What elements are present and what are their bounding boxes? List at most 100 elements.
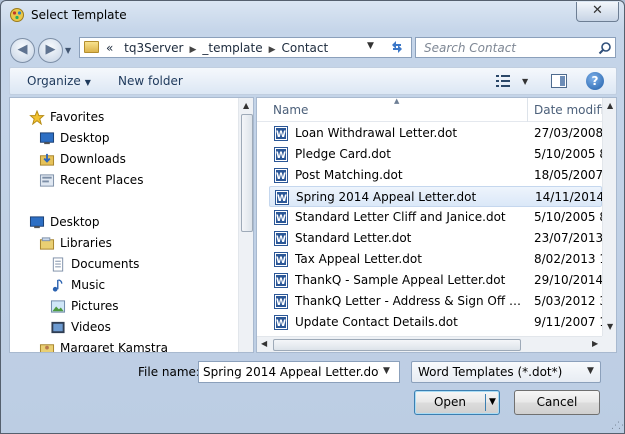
scroll-up-icon[interactable]: ▲ [607, 101, 613, 110]
nav-item-label: Downloads [60, 152, 126, 166]
search-box[interactable]: Search Contact [415, 37, 616, 58]
file-name-input[interactable] [203, 365, 379, 379]
word-document-icon: W [274, 252, 288, 267]
address-dropdown-icon[interactable]: ▼ [367, 41, 374, 51]
nav-item-label: Documents [71, 257, 140, 271]
scroll-left-icon[interactable]: ◀ [261, 339, 267, 348]
title-bar: Select Template ✕ [1, 1, 624, 31]
table-row[interactable]: W Standard Letter.dot 23/07/2013 4 [269, 228, 602, 249]
file-name: Loan Withdrawal Letter.dot [295, 126, 458, 140]
refresh-button[interactable] [384, 37, 410, 58]
split-divider [485, 394, 486, 411]
open-dropdown-icon[interactable]: ▼ [489, 391, 496, 414]
file-name-label: File name: [138, 365, 200, 379]
column-date-header[interactable]: Date modifie [534, 103, 611, 117]
template-app-icon [10, 8, 24, 22]
breadcrumb-item[interactable]: Contact [282, 41, 329, 55]
file-date: 14/11/2014 1 [535, 190, 603, 204]
table-row[interactable]: W Update Contact Details.dot 9/11/2007 1… [269, 312, 602, 333]
table-row[interactable]: W Standard Letter Cliff and Janice.dot 5… [269, 207, 602, 228]
table-row[interactable]: W Loan Withdrawal Letter.dot 27/03/2008 … [269, 123, 602, 144]
search-placeholder[interactable]: Search Contact [424, 41, 516, 55]
file-name: ThankQ - Sample Appeal Letter.dot [295, 273, 506, 287]
table-row[interactable]: W Pledge Card.dot 5/10/2005 8:1 [269, 144, 602, 165]
breadcrumb-overflow[interactable]: « [106, 41, 113, 55]
window-title: Select Template [31, 8, 127, 22]
scroll-down-icon[interactable]: ▼ [607, 322, 613, 331]
file-name-combobox[interactable]: ▼ [198, 361, 400, 383]
file-type-select[interactable]: Word Templates (*.dot*) ▼ [411, 361, 601, 383]
word-document-icon: W [274, 315, 288, 330]
nav-item-label: Margaret Kamstra [60, 341, 168, 353]
svg-text:W: W [277, 194, 287, 204]
file-date: 29/10/2014 2 [534, 273, 602, 287]
word-document-icon: W [274, 210, 288, 225]
nav-item-label: Favorites [50, 110, 105, 124]
navigation-pane[interactable]: Favorites Desktop Downloads Recent Place… [9, 97, 254, 353]
scroll-right-icon[interactable]: ▶ [592, 339, 598, 348]
libraries-icon [39, 237, 55, 250]
resize-grip-icon[interactable]: ⋰⋰ [611, 421, 625, 431]
nav-scroll-thumb[interactable] [241, 114, 253, 232]
file-horizontal-scrollbar[interactable]: ◀ ▶ [257, 336, 602, 352]
word-document-icon: W [274, 147, 288, 162]
breadcrumb-separator-icon[interactable]: ▶ [269, 45, 276, 55]
cancel-button[interactable]: Cancel [514, 390, 600, 415]
table-row[interactable]: W Post Matching.dot 18/05/2007 2 [269, 165, 602, 186]
svg-text:W: W [276, 151, 286, 161]
breadcrumb-separator-icon[interactable]: ▶ [189, 45, 196, 55]
svg-text:W: W [276, 130, 286, 140]
file-name: Standard Letter Cliff and Janice.dot [295, 210, 506, 224]
sort-ascending-icon: ▲ [394, 97, 400, 105]
documents-icon [52, 257, 64, 272]
back-button[interactable]: ◀ [10, 38, 35, 63]
nav-scrollbar[interactable]: ▲ [238, 98, 253, 352]
desktop-icon [29, 216, 45, 229]
nav-item-label: Libraries [60, 236, 112, 250]
file-vertical-scrollbar[interactable]: ▲ ▼ [602, 98, 616, 336]
pictures-icon [50, 300, 66, 313]
recent-locations-dropdown-icon[interactable]: ▼ [65, 46, 71, 55]
view-options-icon[interactable] [496, 74, 514, 88]
file-type-value: Word Templates (*.dot*) [418, 365, 563, 379]
table-row-selected[interactable]: W Spring 2014 Appeal Letter.dot 14/11/20… [269, 186, 603, 207]
view-dropdown-icon[interactable]: ▼ [522, 77, 528, 86]
file-date: 23/07/2013 4 [534, 231, 602, 245]
column-divider[interactable] [527, 98, 528, 122]
svg-text:W: W [276, 172, 286, 182]
table-row[interactable]: W Tax Appeal Letter.dot 8/02/2013 11 [269, 249, 602, 270]
svg-text:W: W [276, 214, 286, 224]
table-row[interactable]: W ThankQ - Sample Appeal Letter.dot 29/1… [269, 270, 602, 291]
recent-places-icon [39, 174, 55, 187]
videos-icon [51, 321, 65, 334]
svg-text:W: W [276, 319, 286, 329]
search-icon[interactable] [598, 41, 612, 55]
file-list-pane[interactable]: Name ▲ Date modifie W Loan Withdrawal Le… [256, 97, 617, 353]
file-date: 5/10/2005 8:1 [534, 210, 602, 224]
horizontal-scroll-thumb[interactable] [273, 339, 521, 351]
file-date: 5/03/2012 3:4 [534, 294, 602, 308]
column-name-header[interactable]: Name [273, 103, 308, 117]
breadcrumb-item[interactable]: _template [202, 41, 262, 55]
refresh-icon [392, 41, 402, 53]
scrollbar-corner [602, 336, 616, 352]
organize-button[interactable]: Organize ▼ [27, 74, 91, 88]
open-button[interactable]: Open ▼ [414, 390, 500, 415]
scroll-up-icon[interactable]: ▲ [243, 101, 249, 110]
forward-button[interactable]: ▶ [38, 38, 63, 63]
table-row[interactable]: W ThankQ Letter - Address & Sign Off onl… [269, 291, 602, 312]
file-type-dropdown-icon[interactable]: ▼ [587, 366, 594, 376]
new-folder-button[interactable]: New folder [118, 74, 183, 88]
word-document-icon: W [275, 190, 289, 205]
select-template-dialog: Select Template ✕ ◀ ▶ ▼ « tq3Server ▶ _tem… [0, 0, 625, 434]
desktop-icon [39, 132, 55, 145]
close-button[interactable]: ✕ [576, 2, 619, 22]
file-name: Spring 2014 Appeal Letter.dot [296, 190, 477, 204]
file-name: Standard Letter.dot [295, 231, 412, 245]
help-button[interactable]: ? [586, 72, 604, 90]
address-bar[interactable]: « tq3Server ▶ _template ▶ Contact ▼ [79, 37, 412, 58]
breadcrumb-item[interactable]: tq3Server [124, 41, 183, 55]
file-name-dropdown-icon[interactable]: ▼ [383, 366, 390, 376]
preview-pane-icon[interactable] [551, 74, 567, 88]
word-document-icon: W [274, 126, 288, 141]
